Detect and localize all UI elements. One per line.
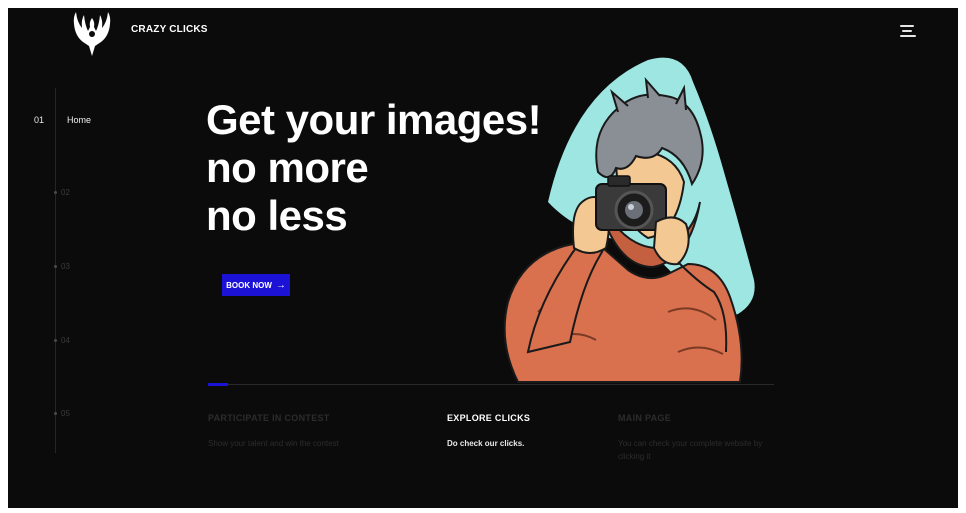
nav-number-active[interactable]: 01	[34, 115, 44, 125]
nav-dot	[54, 339, 57, 342]
nav-item-03[interactable]: 03	[61, 262, 70, 271]
nav-label-home[interactable]: Home	[67, 115, 91, 125]
phoenix-logo-icon[interactable]	[70, 10, 114, 58]
card-text: Do check our clicks.	[447, 439, 525, 448]
nav-dot	[54, 412, 57, 415]
nav-dot	[54, 191, 57, 194]
nav-dot	[54, 265, 57, 268]
card-title: MAIN PAGE	[618, 413, 672, 423]
headline-line-3: no less	[206, 192, 348, 239]
card-title: EXPLORE CLICKS	[447, 413, 531, 423]
nav-item-02[interactable]: 02	[61, 188, 70, 197]
card-explore-clicks[interactable]: EXPLORE CLICKS Do check our clicks.	[447, 413, 607, 450]
hero-headline: Get your images! no more no less	[206, 96, 542, 240]
headline-line-2: no more	[206, 144, 369, 191]
side-nav-rail	[55, 88, 56, 453]
card-main-page[interactable]: MAIN PAGE You can check your complete we…	[618, 413, 778, 463]
book-now-label: BOOK NOW	[226, 280, 272, 290]
card-text: Show your talent and win the contest	[208, 439, 339, 448]
nav-item-05[interactable]: 05	[61, 409, 70, 418]
book-now-button[interactable]: BOOK NOW →	[222, 274, 290, 296]
card-participate-contest[interactable]: PARTICIPATE IN CONTEST Show your talent …	[208, 413, 368, 450]
headline-line-1: Get your images!	[206, 96, 542, 143]
card-text: You can check your complete website by c…	[618, 439, 763, 461]
page-frame: CRAZY CLICKS 01 Home 02 03 04 05 Get you…	[8, 8, 958, 508]
slider-progress-fill	[208, 383, 228, 386]
nav-item-04[interactable]: 04	[61, 336, 70, 345]
arrow-right-icon: →	[275, 279, 286, 291]
card-title: PARTICIPATE IN CONTEST	[208, 413, 330, 423]
brand-name[interactable]: CRAZY CLICKS	[131, 24, 208, 35]
hamburger-menu-icon[interactable]	[900, 23, 918, 39]
